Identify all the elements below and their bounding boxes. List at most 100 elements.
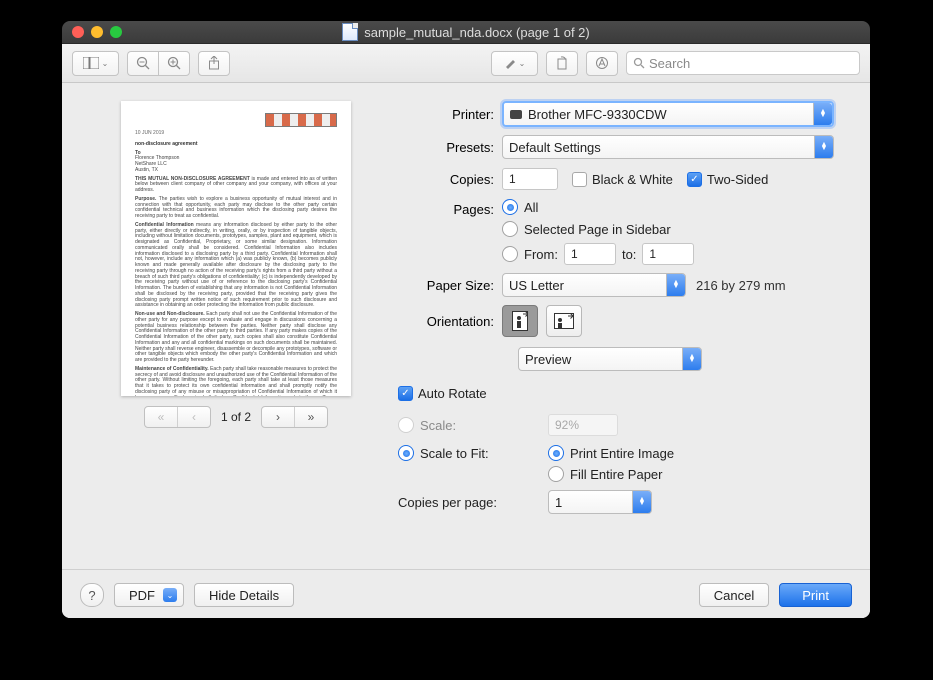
presets-label: Presets: bbox=[398, 140, 494, 155]
print-entire-label: Print Entire Image bbox=[570, 446, 674, 461]
close-icon[interactable] bbox=[72, 26, 84, 38]
auto-rotate-checkbox[interactable]: ✓ Auto Rotate bbox=[398, 386, 487, 401]
portrait-icon bbox=[512, 311, 528, 331]
highlighter-icon bbox=[504, 57, 516, 69]
pages-from-radio[interactable]: From: 1 to: 1 bbox=[502, 243, 694, 265]
search-input[interactable]: Search bbox=[626, 51, 860, 75]
copies-per-page-select[interactable]: 1 ▲▼ bbox=[548, 490, 652, 514]
settings-panel: Printer: Brother MFC-9330CDW ▲▼ Presets:… bbox=[398, 101, 846, 569]
share-icon bbox=[208, 56, 220, 70]
orientation-label: Orientation: bbox=[398, 314, 494, 329]
auto-rotate-label: Auto Rotate bbox=[418, 386, 487, 401]
black-white-checkbox[interactable]: Black & White bbox=[572, 172, 673, 187]
view-mode-button[interactable]: ⌄ bbox=[72, 51, 119, 76]
minimize-icon[interactable] bbox=[91, 26, 103, 38]
pages-all-radio[interactable]: All bbox=[502, 199, 694, 215]
dialog-footer: ? PDF ⌄ Hide Details Cancel Print bbox=[62, 569, 870, 618]
fill-paper-radio[interactable]: Fill Entire Paper bbox=[548, 466, 674, 482]
preview-column: 10 JUN 2019 non-disclosure agreement ToF… bbox=[86, 101, 386, 569]
copies-per-page-value: 1 bbox=[555, 495, 562, 510]
copies-field[interactable]: 1 bbox=[502, 168, 558, 190]
markup-button[interactable] bbox=[586, 51, 618, 76]
cancel-button[interactable]: Cancel bbox=[699, 583, 769, 607]
section-value: Preview bbox=[525, 352, 571, 367]
radio-on-icon bbox=[398, 445, 414, 461]
search-placeholder: Search bbox=[649, 56, 690, 71]
last-page-button[interactable]: » bbox=[295, 407, 327, 427]
scale-label: Scale: bbox=[420, 418, 456, 433]
orientation-portrait-button[interactable] bbox=[502, 305, 538, 337]
printer-value: Brother MFC-9330CDW bbox=[528, 107, 667, 122]
chevron-down-icon: ⌄ bbox=[163, 588, 177, 602]
presets-select[interactable]: Default Settings ▲▼ bbox=[502, 135, 834, 159]
section-select[interactable]: Preview ▲▼ bbox=[518, 347, 702, 371]
next-page-button[interactable]: › bbox=[262, 407, 295, 427]
landscape-icon bbox=[554, 313, 574, 329]
printer-icon bbox=[510, 110, 522, 119]
zoom-out-icon bbox=[136, 56, 150, 70]
search-icon bbox=[633, 57, 645, 69]
checkbox-on-icon: ✓ bbox=[398, 386, 413, 401]
zoom-in-button[interactable] bbox=[158, 51, 190, 76]
prev-page-button[interactable]: ‹ bbox=[178, 407, 210, 427]
pages-selected-label: Selected Page in Sidebar bbox=[524, 222, 671, 237]
help-icon: ? bbox=[88, 588, 95, 603]
paper-size-label: Paper Size: bbox=[398, 278, 494, 293]
print-entire-radio[interactable]: Print Entire Image bbox=[548, 445, 674, 461]
rotate-icon bbox=[555, 56, 569, 70]
first-page-button[interactable]: « bbox=[145, 407, 178, 427]
two-sided-label: Two-Sided bbox=[707, 172, 768, 187]
markup-icon bbox=[595, 56, 609, 70]
scale-to-fit-radio[interactable]: Scale to Fit: bbox=[398, 445, 548, 461]
paper-size-value: US Letter bbox=[509, 278, 564, 293]
window-title-text: sample_mutual_nda.docx (page 1 of 2) bbox=[364, 25, 589, 40]
printer-label: Printer: bbox=[398, 107, 494, 122]
scale-to-fit-label: Scale to Fit: bbox=[420, 446, 489, 461]
radio-on-icon bbox=[502, 199, 518, 215]
page-preview[interactable]: 10 JUN 2019 non-disclosure agreement ToF… bbox=[121, 101, 351, 396]
print-dialog-window: sample_mutual_nda.docx (page 1 of 2) ⌄ ⌄ bbox=[62, 21, 870, 618]
page-indicator: 1 of 2 bbox=[221, 410, 251, 424]
radio-off-icon bbox=[398, 417, 414, 433]
printer-select[interactable]: Brother MFC-9330CDW ▲▼ bbox=[502, 101, 834, 127]
window-controls bbox=[72, 26, 122, 38]
pdf-dropdown-button[interactable]: PDF ⌄ bbox=[114, 583, 184, 607]
pager: « ‹ 1 of 2 › » bbox=[144, 406, 328, 428]
two-sided-checkbox[interactable]: ✓ Two-Sided bbox=[687, 172, 768, 187]
to-label: to: bbox=[622, 247, 636, 262]
orientation-landscape-button[interactable] bbox=[546, 305, 582, 337]
toolbar: ⌄ ⌄ Search bbox=[62, 44, 870, 83]
maximize-icon[interactable] bbox=[110, 26, 122, 38]
checkbox-off-icon bbox=[572, 172, 587, 187]
print-button[interactable]: Print bbox=[779, 583, 852, 607]
zoom-out-button[interactable] bbox=[127, 51, 158, 76]
checkbox-on-icon: ✓ bbox=[687, 172, 702, 187]
black-white-label: Black & White bbox=[592, 172, 673, 187]
radio-on-icon bbox=[548, 445, 564, 461]
help-button[interactable]: ? bbox=[80, 583, 104, 607]
hide-details-button[interactable]: Hide Details bbox=[194, 583, 294, 607]
zoom-in-icon bbox=[167, 56, 181, 70]
paper-dimensions: 216 by 279 mm bbox=[696, 278, 786, 293]
pages-label: Pages: bbox=[398, 199, 494, 217]
highlight-button[interactable]: ⌄ bbox=[491, 51, 538, 76]
paper-size-select[interactable]: US Letter ▲▼ bbox=[502, 273, 686, 297]
presets-value: Default Settings bbox=[509, 140, 601, 155]
radio-off-icon bbox=[502, 246, 518, 262]
from-label: From: bbox=[524, 247, 558, 262]
fill-paper-label: Fill Entire Paper bbox=[570, 467, 662, 482]
radio-off-icon bbox=[502, 221, 518, 237]
share-button[interactable] bbox=[198, 51, 230, 76]
radio-off-icon bbox=[548, 466, 564, 482]
scale-field: 92% bbox=[548, 414, 618, 436]
rotate-button[interactable] bbox=[546, 51, 578, 76]
copies-label: Copies: bbox=[398, 172, 494, 187]
copies-per-page-label: Copies per page: bbox=[398, 495, 548, 510]
titlebar: sample_mutual_nda.docx (page 1 of 2) bbox=[62, 21, 870, 44]
pages-all-label: All bbox=[524, 200, 538, 215]
to-field[interactable]: 1 bbox=[642, 243, 694, 265]
from-field[interactable]: 1 bbox=[564, 243, 616, 265]
document-icon bbox=[342, 23, 358, 41]
pages-selected-radio[interactable]: Selected Page in Sidebar bbox=[502, 221, 694, 237]
scale-radio[interactable]: Scale: bbox=[398, 417, 548, 433]
